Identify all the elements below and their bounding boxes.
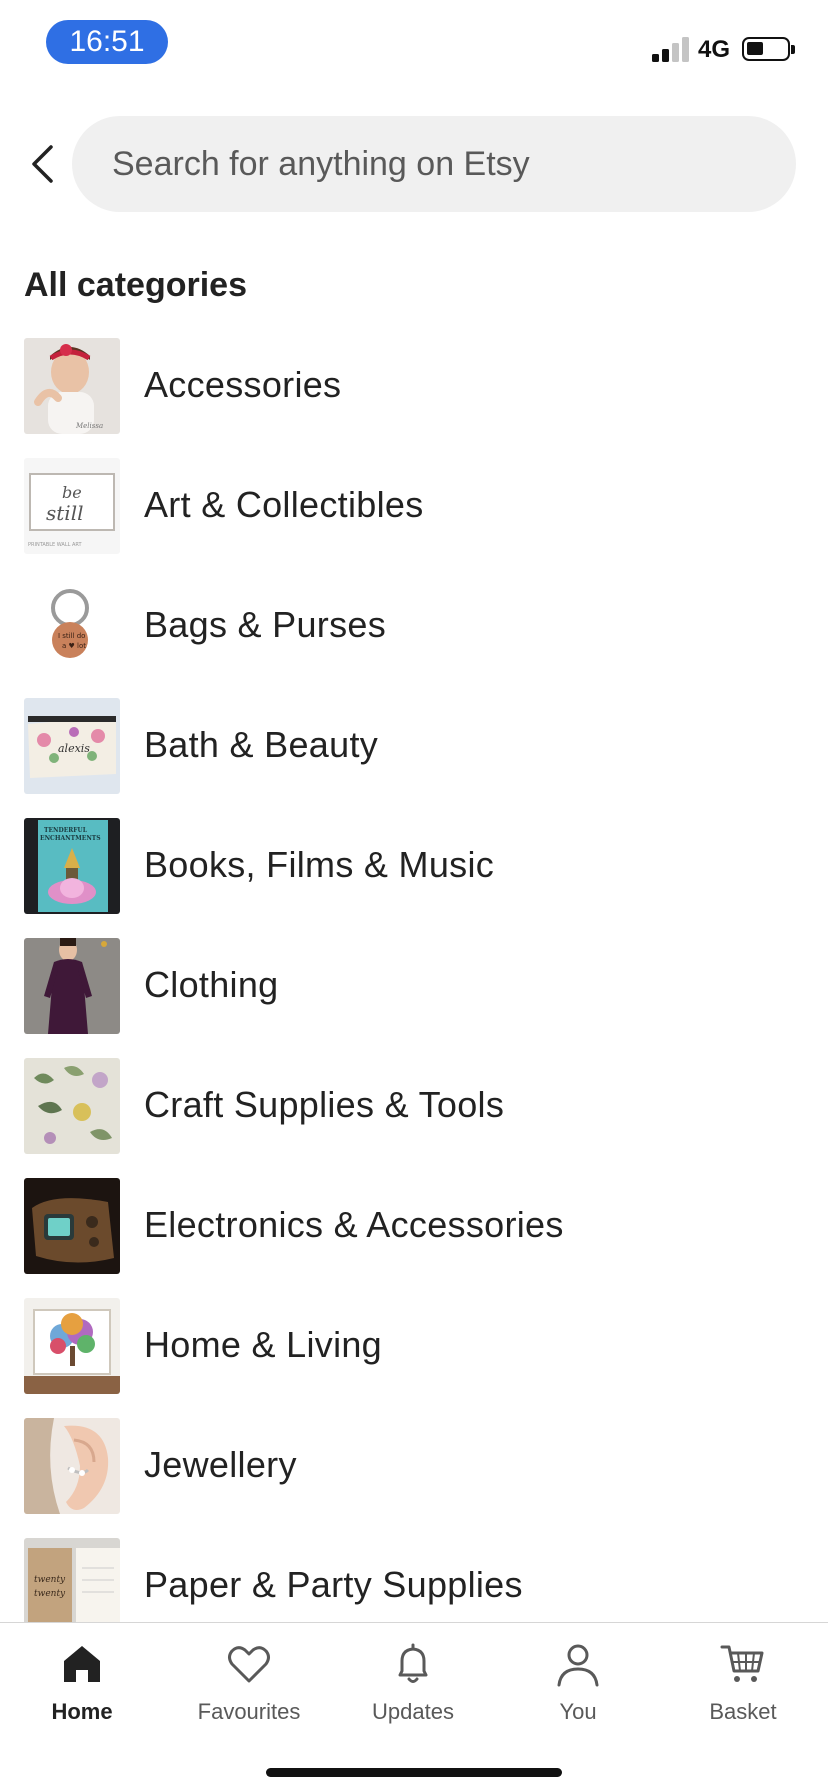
category-thumbnail xyxy=(24,1298,120,1394)
category-item-books-films-music[interactable]: TENDERFUL ENCHANTMENTS Books, Films & Mu… xyxy=(0,816,828,936)
bottom-nav: Home Favourites Updates You Basket xyxy=(0,1622,828,1792)
botanical-paper-image xyxy=(24,1058,120,1154)
category-label: Art & Collectibles xyxy=(144,484,424,525)
bell-icon xyxy=(398,1643,428,1683)
nav-label: Basket xyxy=(709,1699,777,1724)
search-bar[interactable] xyxy=(72,116,796,212)
section-title: All categories xyxy=(24,266,247,304)
planner-image: twenty twenty xyxy=(24,1538,120,1634)
category-item-jewellery[interactable]: Jewellery xyxy=(0,1416,828,1536)
nav-favourites[interactable]: Favourites xyxy=(174,1639,324,1749)
category-item-electronics-accessories[interactable]: Electronics & Accessories xyxy=(0,1176,828,1296)
category-label: Bath & Beauty xyxy=(144,724,379,765)
category-thumbnail xyxy=(24,1418,120,1514)
nav-updates[interactable]: Updates xyxy=(338,1639,488,1749)
nav-label: Updates xyxy=(372,1699,454,1724)
svg-text:alexis: alexis xyxy=(58,742,90,755)
nav-basket[interactable]: Basket xyxy=(668,1639,818,1749)
status-time: 16:51 xyxy=(46,20,168,64)
svg-text:a ♥ lot: a ♥ lot xyxy=(62,642,86,650)
be-still-print-image: be still PRINTABLE WALL ART xyxy=(24,458,120,554)
home-icon xyxy=(64,1646,100,1682)
svg-text:be: be xyxy=(62,483,82,502)
category-thumbnail: TENDERFUL ENCHANTMENTS xyxy=(24,818,120,914)
heart-icon xyxy=(228,1646,270,1683)
battery-icon xyxy=(742,37,790,61)
tree-print-image xyxy=(24,1298,120,1394)
back-button[interactable] xyxy=(20,138,64,190)
category-label: Clothing xyxy=(144,964,279,1005)
svg-text:ENCHANTMENTS: ENCHANTMENTS xyxy=(40,835,101,842)
category-thumbnail: twenty twenty xyxy=(24,1538,120,1634)
retro-device-image xyxy=(24,1178,120,1274)
nav-label: You xyxy=(559,1699,597,1724)
signal-strength-icon xyxy=(652,36,692,62)
category-item-art-collectibles[interactable]: be still PRINTABLE WALL ART Art & Collec… xyxy=(0,456,828,576)
category-thumbnail: alexis xyxy=(24,698,120,794)
category-item-accessories[interactable]: Melissa Accessories xyxy=(0,336,828,456)
category-thumbnail xyxy=(24,938,120,1034)
category-item-clothing[interactable]: Clothing xyxy=(0,936,828,1056)
category-label: Home & Living xyxy=(144,1324,383,1365)
category-label: Electronics & Accessories xyxy=(144,1204,564,1245)
category-label: Craft Supplies & Tools xyxy=(144,1084,505,1125)
ear-cuff-image xyxy=(24,1418,120,1514)
book-cover-image: TENDERFUL ENCHANTMENTS xyxy=(24,818,120,914)
category-thumbnail: be still PRINTABLE WALL ART xyxy=(24,458,120,554)
battery-tip xyxy=(791,45,795,54)
search-input[interactable] xyxy=(72,116,796,212)
category-thumbnail xyxy=(24,1058,120,1154)
nav-label: Home xyxy=(51,1699,113,1724)
nav-label: Favourites xyxy=(197,1699,301,1724)
svg-text:twenty: twenty xyxy=(34,1589,66,1599)
network-type: 4G xyxy=(698,36,731,63)
category-label: Accessories xyxy=(144,364,342,405)
category-label: Bags & Purses xyxy=(144,604,387,645)
chevron-left-icon xyxy=(32,145,53,183)
category-label: Books, Films & Music xyxy=(144,844,495,885)
svg-text:Melissa: Melissa xyxy=(75,422,103,430)
svg-text:I still do: I still do xyxy=(58,632,85,640)
category-label: Jewellery xyxy=(144,1444,297,1485)
svg-text:TENDERFUL: TENDERFUL xyxy=(44,827,88,834)
cart-icon xyxy=(720,1645,764,1682)
svg-text:twenty: twenty xyxy=(34,1575,66,1585)
status-bar: 16:51 4G xyxy=(0,0,828,90)
svg-text:still: still xyxy=(46,501,84,525)
home-indicator xyxy=(266,1768,562,1777)
girl-headband-image: Melissa xyxy=(24,338,120,434)
category-thumbnail: Melissa xyxy=(24,338,120,434)
category-label: Paper & Party Supplies xyxy=(144,1564,523,1605)
category-list: Melissa Accessories be still PRINTABLE W… xyxy=(0,336,828,1656)
floral-pouch-image: alexis xyxy=(24,698,120,794)
nav-you[interactable]: You xyxy=(503,1639,653,1749)
user-icon xyxy=(557,1644,599,1687)
category-item-craft-supplies-tools[interactable]: Craft Supplies & Tools xyxy=(0,1056,828,1176)
keyring-image: I still do a ♥ lot xyxy=(24,578,120,674)
nav-home[interactable]: Home xyxy=(7,1639,157,1749)
category-item-bags-purses[interactable]: I still do a ♥ lot Bags & Purses xyxy=(0,576,828,696)
purple-dress-image xyxy=(24,938,120,1034)
svg-text:PRINTABLE WALL ART: PRINTABLE WALL ART xyxy=(28,542,83,548)
category-thumbnail xyxy=(24,1178,120,1274)
category-item-bath-beauty[interactable]: alexis Bath & Beauty xyxy=(0,696,828,816)
category-thumbnail: I still do a ♥ lot xyxy=(24,578,120,674)
category-item-home-living[interactable]: Home & Living xyxy=(0,1296,828,1416)
